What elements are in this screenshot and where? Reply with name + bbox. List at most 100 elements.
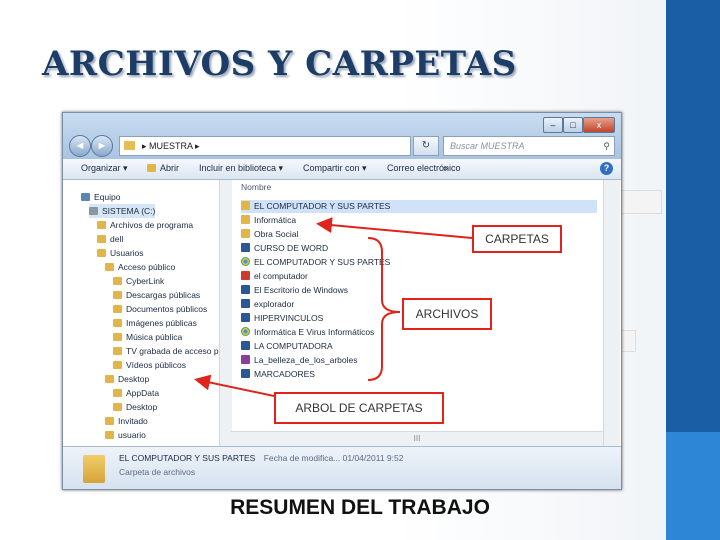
- file-row[interactable]: LA COMPUTADORA: [241, 340, 333, 353]
- tree-item-label: Documentos públicos: [126, 304, 208, 314]
- search-input[interactable]: Buscar MUESTRA ⚲: [443, 136, 615, 156]
- file-row[interactable]: HIPERVINCULOS: [241, 312, 323, 325]
- column-header-name[interactable]: Nombre: [241, 182, 271, 192]
- file-row[interactable]: Informática E Virus Informáticos: [241, 326, 374, 339]
- tree-item[interactable]: Descargas públicas: [113, 288, 200, 302]
- slide-title: ARCHIVOS Y CARPETAS: [42, 44, 517, 84]
- more-button[interactable]: »: [443, 163, 448, 173]
- organize-menu[interactable]: Organizar ▾: [81, 163, 128, 174]
- file-row[interactable]: el computador: [241, 270, 308, 283]
- winrar-icon: [241, 355, 250, 364]
- tree-item[interactable]: usuario: [105, 428, 146, 442]
- tree-item[interactable]: Música pública: [113, 330, 182, 344]
- background-patch: [620, 190, 662, 214]
- word-icon: [241, 341, 250, 350]
- include-library-menu[interactable]: Incluir en biblioteca ▾: [199, 163, 283, 174]
- tree-item[interactable]: Desktop: [105, 372, 149, 386]
- horizontal-scrollbar[interactable]: III: [231, 431, 603, 446]
- background-patch: [620, 330, 636, 352]
- tree-item-label: SISTEMA (C:): [102, 206, 156, 216]
- folder-icon: [113, 319, 122, 327]
- tree-item-label: Usuarios: [110, 248, 144, 258]
- share-menu[interactable]: Compartir con ▾: [303, 163, 367, 174]
- file-name: El Escritorio de Windows: [254, 285, 349, 295]
- arbol-callout: ARBOL DE CARPETAS: [274, 392, 444, 424]
- tree-item[interactable]: Documentos públicos: [113, 302, 207, 316]
- folder-icon: [97, 249, 106, 257]
- files-scrollbar[interactable]: [603, 180, 620, 446]
- tree-item-label: Invitado: [118, 416, 148, 426]
- carpetas-callout: CARPETAS: [472, 225, 562, 253]
- tree-item[interactable]: TV grabada de acceso públ: [113, 344, 230, 358]
- word-icon: [241, 369, 250, 378]
- tree-item[interactable]: Imágenes públicas: [113, 316, 197, 330]
- folder-icon: [113, 291, 122, 299]
- tree-item[interactable]: AppData: [113, 386, 159, 400]
- email-button[interactable]: Correo electrónico: [387, 163, 461, 173]
- file-row[interactable]: CURSO DE WORD: [241, 242, 328, 255]
- maximize-button[interactable]: □: [563, 117, 583, 133]
- tree-item-label: Equipo: [94, 192, 121, 202]
- file-row[interactable]: Informática: [241, 214, 296, 227]
- word-icon: [241, 285, 250, 294]
- tree-item-label: usuario: [118, 430, 146, 440]
- file-row[interactable]: El Escritorio de Windows: [241, 284, 348, 297]
- file-row[interactable]: EL COMPUTADOR Y SUS PARTES: [241, 256, 390, 269]
- back-button[interactable]: ◄: [69, 135, 91, 157]
- file-row[interactable]: Obra Social: [241, 228, 298, 241]
- tree-item-label: Vídeos públicos: [126, 360, 187, 370]
- folder-icon: [113, 389, 122, 397]
- search-icon: ⚲: [603, 141, 610, 151]
- folder-icon: [83, 455, 105, 483]
- tree-item-label: TV grabada de acceso públ: [126, 346, 230, 356]
- folder-icon: [113, 361, 122, 369]
- file-name: Informática E Virus Informáticos: [254, 327, 375, 337]
- tree-item[interactable]: Invitado: [105, 414, 148, 428]
- file-name: explorador: [254, 299, 295, 309]
- tree-item[interactable]: SISTEMA (C:): [89, 204, 156, 218]
- address-bar[interactable]: ▸ MUESTRA ▸: [119, 136, 411, 156]
- help-icon[interactable]: ?: [600, 162, 613, 175]
- explorer-window: – □ x ◄ ► ▸ MUESTRA ▸ ↻ Buscar MUESTRA ⚲…: [62, 112, 622, 490]
- toolbar: Organizar ▾ Abrir Incluir en biblioteca …: [63, 159, 621, 180]
- refresh-button[interactable]: ↻: [413, 136, 439, 156]
- tree-item[interactable]: Acceso público: [105, 260, 175, 274]
- folder-icon: [105, 417, 114, 425]
- tree-scrollbar[interactable]: [219, 180, 232, 446]
- folder-icon: [241, 201, 250, 210]
- file-row[interactable]: explorador: [241, 298, 294, 311]
- open-button[interactable]: Abrir: [147, 163, 179, 173]
- tree-item[interactable]: Desktop: [113, 400, 157, 414]
- file-row[interactable]: EL COMPUTADOR Y SUS PARTES: [241, 200, 597, 213]
- address-path: ▸ MUESTRA ▸: [142, 141, 200, 151]
- tree-item-label: Desktop: [126, 402, 158, 412]
- tree-item-label: dell: [110, 234, 124, 244]
- tree-item[interactable]: dell: [97, 232, 123, 246]
- folder-icon: [97, 221, 106, 229]
- file-name: HIPERVINCULOS: [254, 313, 324, 323]
- file-row[interactable]: La_belleza_de_los_arboles: [241, 354, 358, 367]
- tree-item[interactable]: Archivos de programa: [97, 218, 193, 232]
- forward-button[interactable]: ►: [91, 135, 113, 157]
- close-button[interactable]: x: [583, 117, 615, 133]
- folder-icon: [241, 229, 250, 238]
- computer-icon: [81, 193, 90, 201]
- tree-item-label: Imágenes públicas: [126, 318, 197, 328]
- tree-item-label: CyberLink: [126, 276, 165, 286]
- tree-item[interactable]: CyberLink: [113, 274, 164, 288]
- archivos-callout: ARCHIVOS: [402, 298, 492, 330]
- file-name: MARCADORES: [254, 369, 315, 379]
- file-row[interactable]: MARCADORES: [241, 368, 315, 381]
- slide-subtitle: RESUMEN DEL TRABAJO: [230, 496, 490, 519]
- chrome-icon: [241, 327, 250, 336]
- tree-item[interactable]: Usuarios: [97, 246, 144, 260]
- folder-icon: [113, 333, 122, 341]
- file-name: Obra Social: [254, 229, 299, 239]
- folder-icon: [105, 263, 114, 271]
- tree-item[interactable]: Equipo: [81, 190, 120, 204]
- accent-bar-light: [666, 432, 720, 540]
- tree-item[interactable]: Vídeos públicos: [113, 358, 186, 372]
- minimize-button[interactable]: –: [543, 117, 563, 133]
- tree-item-label: Desktop: [118, 374, 150, 384]
- refresh-icon: ↻: [421, 140, 431, 151]
